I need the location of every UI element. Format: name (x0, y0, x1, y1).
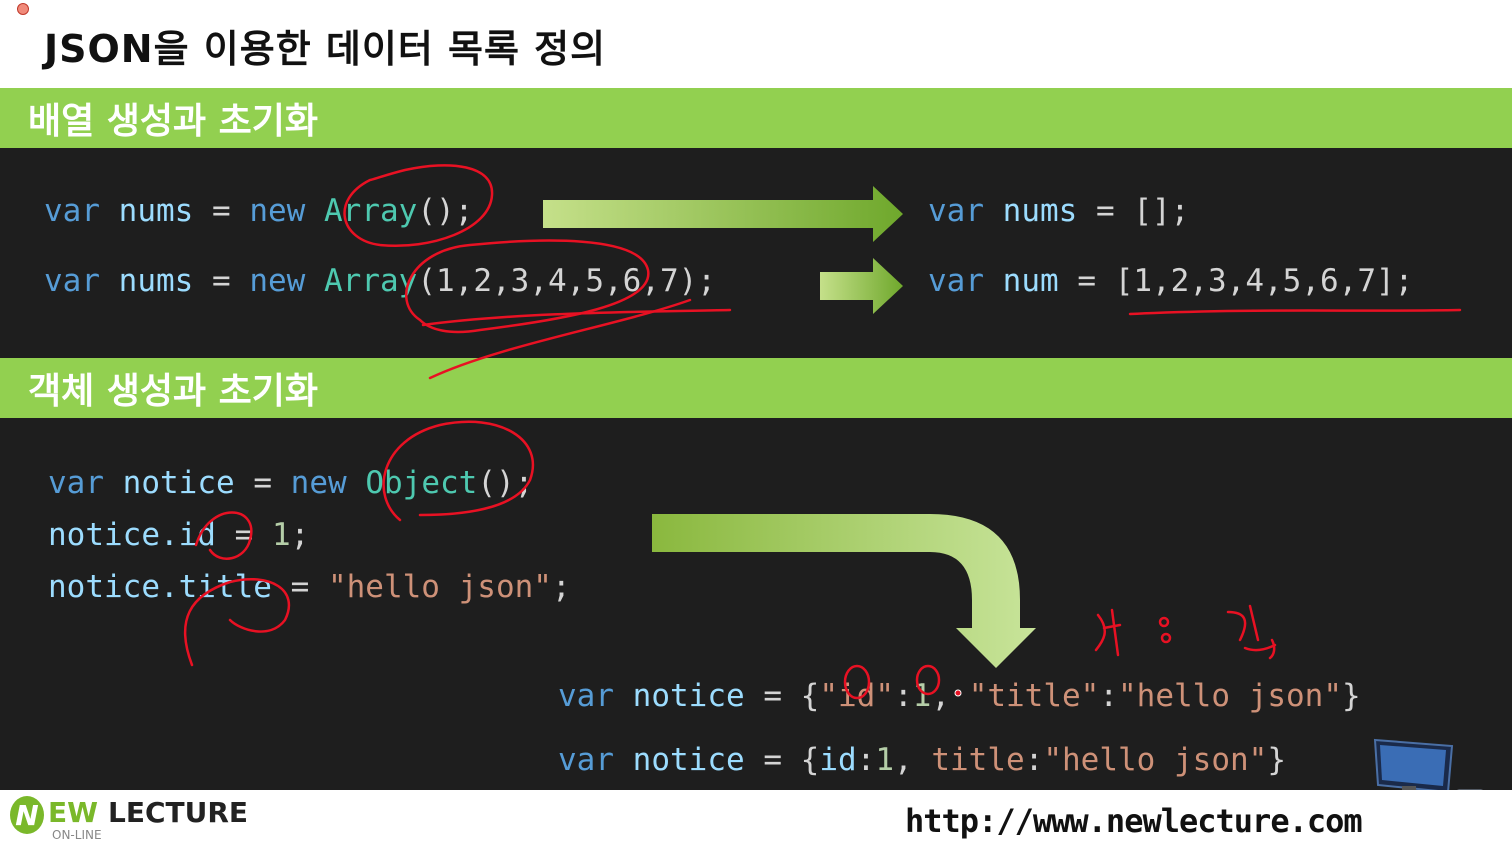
section-title-array: 배열 생성과 초기화 (28, 101, 319, 142)
logo-lecture: LECTURE (108, 796, 249, 829)
code-line-json-unquoted: var notice = {id:1, title:"hello json"} (558, 742, 1286, 778)
title-bar: JSON을 이용한 데이터 목록 정의 (0, 0, 1512, 88)
section-header-object: 객체 생성과 초기화 (0, 358, 1512, 418)
code-panel-array (0, 148, 1512, 358)
section-header-array: 배열 생성과 초기화 (0, 88, 1512, 148)
page-title: JSON을 이용한 데이터 목록 정의 (44, 27, 607, 71)
code-line-object-id: notice.id = 1; (48, 517, 310, 553)
section-title-object: 객체 생성과 초기화 (28, 371, 319, 412)
code-line-json-quoted: var notice = {"id":1, "title":"hello jso… (558, 678, 1361, 714)
red-dot-icon (17, 3, 29, 15)
code-line-object-new: var notice = new Object(); (48, 465, 534, 501)
code-line-array-new-values: var nums = new Array(1,2,3,4,5,6,7); (44, 263, 716, 299)
logo-n: N (10, 796, 44, 834)
newlecture-logo-icon: N EW LECTURE ON-LINE (10, 796, 249, 842)
code-line-array-literal-values: var num = [1,2,3,4,5,6,7]; (928, 263, 1414, 299)
logo-online: ON-LINE (52, 828, 102, 842)
code-line-array-new: var nums = new Array(); (44, 193, 474, 229)
code-line-array-literal: var nums = []; (928, 193, 1190, 229)
logo-ew: EW (48, 796, 99, 829)
code-line-object-title: notice.title = "hello json"; (48, 569, 571, 605)
website-url: http://www.newlecture.com (905, 802, 1363, 840)
